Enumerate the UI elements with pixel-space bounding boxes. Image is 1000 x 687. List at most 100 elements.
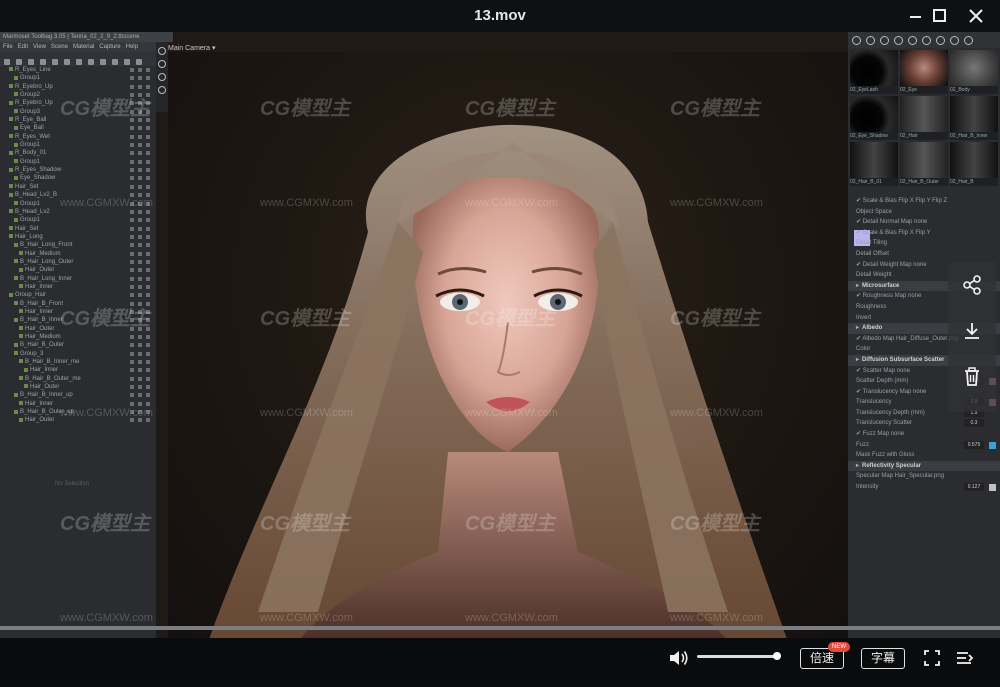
outliner-toggle[interactable]	[138, 234, 142, 239]
outliner-toggle[interactable]	[130, 84, 134, 89]
outliner-toggle[interactable]	[146, 268, 150, 273]
property-row[interactable]: Detail Offset	[848, 249, 1000, 260]
outliner-toggle[interactable]	[130, 243, 134, 248]
outliner-toggle[interactable]	[130, 401, 134, 406]
visibility-checkbox[interactable]	[14, 259, 18, 264]
property-row[interactable]: Detail Tiling	[848, 238, 1000, 249]
outliner-toggle[interactable]	[138, 401, 142, 406]
property-color-swatch[interactable]	[989, 441, 996, 449]
outliner-toggle[interactable]	[130, 276, 134, 281]
outliner-toggle[interactable]	[138, 218, 142, 223]
outliner-item[interactable]: Hair_Long	[0, 233, 156, 241]
outliner-toggle[interactable]	[138, 251, 142, 256]
outliner-item[interactable]: R_Eyes_Line	[0, 66, 156, 74]
outliner-item[interactable]: Eye_Ball	[0, 124, 156, 132]
outliner-toggle[interactable]	[146, 184, 150, 189]
property-row[interactable]: ✔ Scale & Bias Flip X Flip Y Flip Z	[848, 196, 1000, 207]
visibility-checkbox[interactable]	[9, 67, 13, 72]
outliner-toggle[interactable]	[138, 284, 142, 289]
outliner-toggle[interactable]	[130, 293, 134, 298]
visibility-checkbox[interactable]	[19, 250, 23, 255]
outliner-item[interactable]: R_Body_01	[0, 149, 156, 157]
visibility-checkbox[interactable]	[24, 367, 28, 372]
outliner-item[interactable]: Group_3	[0, 350, 156, 358]
outliner-item[interactable]: Hair_Outer	[0, 383, 156, 391]
outliner-toggle[interactable]	[138, 126, 142, 131]
outliner-toggle[interactable]	[146, 151, 150, 156]
material-thumbnail[interactable]: 02_Hair_B	[950, 142, 998, 186]
visibility-checkbox[interactable]	[24, 384, 28, 389]
outliner-toggle[interactable]	[130, 368, 134, 373]
outliner-item[interactable]: Group1	[0, 141, 156, 149]
visibility-checkbox[interactable]	[14, 301, 18, 306]
delete-button[interactable]	[948, 354, 996, 400]
property-color-swatch[interactable]	[989, 484, 996, 492]
visibility-checkbox[interactable]	[14, 392, 18, 397]
outliner-toggle[interactable]	[138, 184, 142, 189]
visibility-checkbox[interactable]	[14, 75, 18, 80]
volume-slider-handle[interactable]	[773, 652, 781, 660]
outliner-toggle[interactable]	[138, 351, 142, 356]
outliner-toggle[interactable]	[138, 393, 142, 398]
outliner-toggle[interactable]	[146, 259, 150, 264]
outliner-toggle[interactable]	[146, 168, 150, 173]
outliner-toggle[interactable]	[146, 126, 150, 131]
outliner-toggle[interactable]	[130, 76, 134, 81]
subtitle-button[interactable]: 字幕	[861, 648, 905, 669]
visibility-checkbox[interactable]	[14, 175, 18, 180]
visibility-checkbox[interactable]	[9, 292, 13, 297]
outliner-toggle[interactable]	[138, 418, 142, 423]
property-value[interactable]: 0.127	[964, 483, 984, 492]
visibility-checkbox[interactable]	[14, 217, 18, 222]
outliner-toggle[interactable]	[146, 393, 150, 398]
property-row[interactable]: Object Space	[848, 207, 1000, 218]
visibility-checkbox[interactable]	[19, 309, 23, 314]
material-thumbnail[interactable]: 02_Eye_Shadow	[850, 96, 898, 140]
outliner-toggle[interactable]	[138, 226, 142, 231]
visibility-checkbox[interactable]	[19, 376, 23, 381]
outliner-toggle[interactable]	[146, 351, 150, 356]
outliner-item[interactable]: Eye_Shadow	[0, 174, 156, 182]
minimize-button[interactable]	[902, 3, 928, 29]
outliner-item[interactable]: Hair_Inner	[0, 366, 156, 374]
visibility-checkbox[interactable]	[14, 317, 18, 322]
visibility-checkbox[interactable]	[9, 234, 13, 239]
outliner-toggle[interactable]	[146, 84, 150, 89]
outliner-toggle[interactable]	[138, 159, 142, 164]
outliner-toggle[interactable]	[138, 68, 142, 72]
menu-item[interactable]: Scene	[51, 44, 68, 50]
outliner-item[interactable]: B_Head_Lv2	[0, 208, 156, 216]
visibility-checkbox[interactable]	[14, 92, 18, 97]
property-row[interactable]: Mask Fuzz with Gloss	[848, 450, 1000, 461]
outliner-toggle[interactable]	[130, 376, 134, 381]
visibility-checkbox[interactable]	[19, 284, 23, 289]
menu-item[interactable]: Help	[126, 44, 138, 50]
outliner-toggle[interactable]	[130, 68, 134, 72]
property-value[interactable]: 0.3	[964, 419, 984, 428]
outliner-toggle[interactable]	[138, 143, 142, 148]
outliner-toggle[interactable]	[138, 368, 142, 373]
material-thumbnail[interactable]: 02_Body	[950, 50, 998, 94]
visibility-checkbox[interactable]	[14, 159, 18, 164]
outliner-toggle[interactable]	[138, 76, 142, 81]
menu-item[interactable]: Capture	[99, 44, 120, 50]
property-row[interactable]: Translucency Scatter 0.3	[848, 418, 1000, 429]
outliner-item[interactable]: Group_Hair	[0, 291, 156, 299]
visibility-checkbox[interactable]	[14, 342, 18, 347]
visibility-checkbox[interactable]	[9, 84, 13, 89]
outliner-toggle[interactable]	[130, 226, 134, 231]
outliner-toggle[interactable]	[130, 168, 134, 173]
outliner-toggle[interactable]	[138, 376, 142, 381]
download-button[interactable]	[948, 308, 996, 354]
outliner-toggle[interactable]	[146, 276, 150, 281]
outliner-toggle[interactable]	[138, 293, 142, 298]
outliner-item[interactable]: Hair_Set	[0, 183, 156, 191]
visibility-checkbox[interactable]	[19, 359, 23, 364]
outliner-toggle[interactable]	[130, 176, 134, 181]
outliner-toggle[interactable]	[146, 143, 150, 148]
outliner-item[interactable]: Hair_Outer	[0, 266, 156, 274]
menu-item[interactable]: Material	[73, 44, 94, 50]
share-button[interactable]	[948, 262, 996, 308]
outliner-toggle[interactable]	[146, 159, 150, 164]
visibility-checkbox[interactable]	[9, 192, 13, 197]
